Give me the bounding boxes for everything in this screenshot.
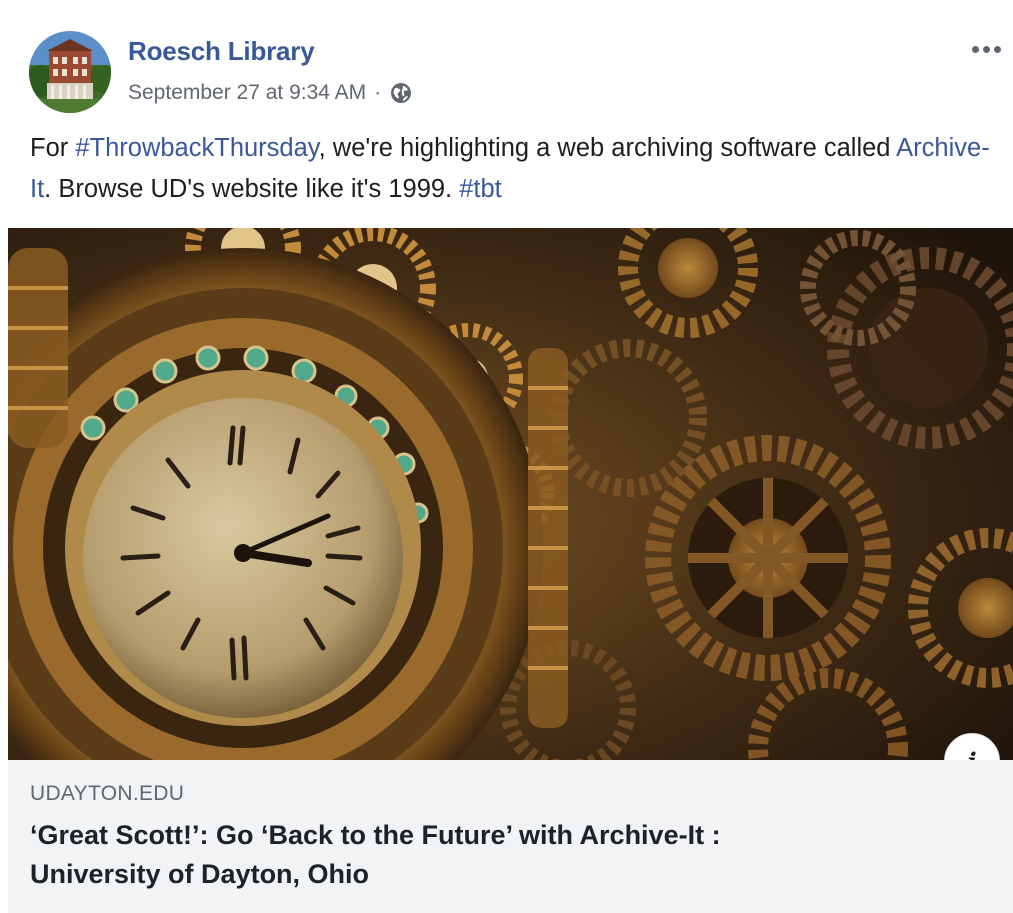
clock-and-gears-image[interactable] [8, 228, 1013, 760]
page-avatar[interactable] [29, 31, 111, 113]
hashtag-throwbackthursday-link[interactable]: #ThrowbackThursday [75, 134, 318, 162]
post-text-segment: For [30, 134, 76, 162]
link-title-line: ‘Great Scott!’: Go ‘Back to the Future’ … [30, 820, 721, 850]
link-domain: UDAYTON.EDU [30, 782, 185, 805]
link-preview-caption[interactable]: UDAYTON.EDU ‘Great Scott!’: Go ‘Back to … [8, 760, 1013, 913]
post-text-segment: , we're highlighting a web archiving sof… [318, 134, 897, 162]
hashtag-tbt-link[interactable]: #tbt [459, 175, 502, 203]
more-options-icon[interactable] [966, 40, 1006, 58]
link-title[interactable]: ‘Great Scott!’: Go ‘Back to the Future’ … [30, 816, 970, 894]
post-message: For #ThrowbackThursday, we're highlighti… [30, 128, 1005, 210]
link-title-line: University of Dayton, Ohio [30, 859, 370, 889]
post-meta: September 27 at 9:34 AM · [128, 79, 413, 107]
meta-separator: · [374, 81, 382, 104]
facebook-post: Roesch Library September 27 at 9:34 AM ·… [0, 0, 1013, 913]
post-text-segment: . Browse UD's website like it's 1999. [44, 175, 460, 203]
post-timestamp[interactable]: September 27 at 9:34 AM [128, 81, 366, 105]
globe-icon[interactable] [389, 81, 413, 105]
page-name-link[interactable]: Roesch Library [128, 36, 315, 67]
